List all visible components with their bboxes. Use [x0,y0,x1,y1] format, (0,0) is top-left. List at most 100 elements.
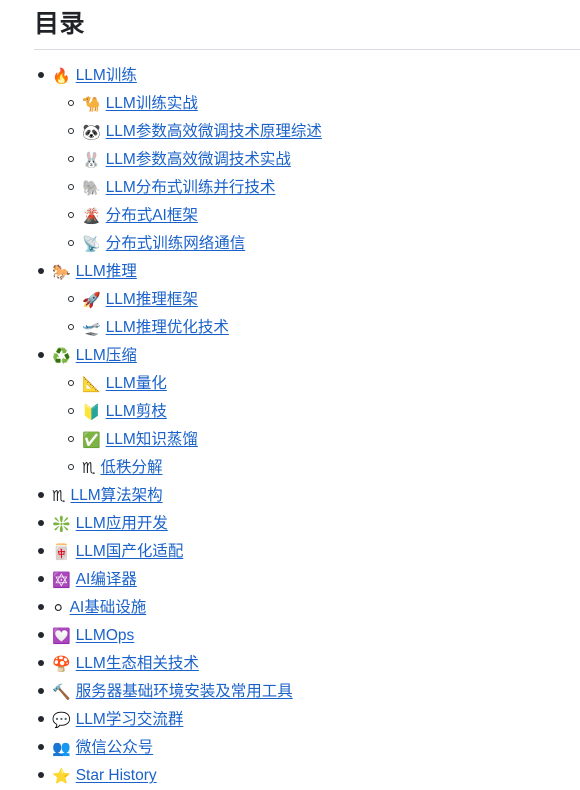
list-item: 🔨 服务器基础环境安装及常用工具 [52,678,566,706]
toc-entry: 📐 LLM量化 [82,370,167,398]
toc-link[interactable]: LLM算法架构 [70,487,162,504]
list-item: 🛫 LLM推理优化技术 [82,314,566,342]
list-item: 🐘 LLM分布式训练并行技术 [82,174,566,202]
bullet-disc-icon [34,706,48,734]
list-item: 💟 LLMOps [52,622,566,650]
elephant-icon: 🐘 [82,179,101,198]
toc-entry: 🔥 LLM训练 [52,62,137,90]
toc-entry: 🔨 服务器基础环境安装及常用工具 [52,678,293,706]
toc-link[interactable]: LLM生态相关技术 [76,655,199,672]
toc-link[interactable]: LLM参数高效微调技术原理综述 [106,123,322,140]
toc-link[interactable]: 分布式训练网络通信 [106,235,246,252]
bullet-circle-icon [64,370,78,398]
list-item: 🐎 LLM推理 🚀 LLM推理框架 🛫 LLM推理优化技术 [52,258,566,342]
bullet-circle-icon [64,118,78,146]
bullet-disc-icon [34,650,48,678]
toc-link[interactable]: AI基础设施 [70,599,147,616]
toc-entry: ♏ LLM算法架构 [52,482,163,510]
fire-icon: 🔥 [52,67,71,86]
toc-link[interactable]: LLM推理优化技术 [106,319,229,336]
list-item: 🐪 LLM训练实战 [82,90,566,118]
mahjong-red-dragon-icon: 🀄 [52,543,71,562]
page-title: 目录 [34,10,86,38]
bullet-disc-icon [34,566,48,594]
bullet-disc-icon [34,762,48,790]
toc-link[interactable]: LLM剪枝 [106,403,167,420]
toc-entry: 🌋 分布式AI框架 [82,202,198,230]
toc-entry: 🐎 LLM推理 [52,258,137,286]
toc-entry: ✅ LLM知识蒸馏 [82,426,198,454]
toc-link[interactable]: 低秩分解 [100,459,162,476]
list-item: ♏ 低秩分解 [82,454,566,482]
toc-entry: 🍄 LLM生态相关技术 [52,650,199,678]
list-item: 🐰 LLM参数高效微调技术实战 [82,146,566,174]
bullet-disc-icon [34,734,48,762]
mushroom-icon: 🍄 [52,655,71,674]
camel-icon: 🐪 [82,95,101,114]
heart-decoration-icon: 💟 [52,627,71,646]
toc-link[interactable]: LLM训练实战 [106,95,198,112]
readme-page: 目录 🔥 LLM训练 🐪 LLM训练实战 🐼 LLM参数高效微调技术原理综述 🐰 LLM参数高… [0,0,580,790]
toc-entry: ♻️ LLM压缩 [52,342,137,370]
toc-link[interactable]: 服务器基础环境安装及常用工具 [76,683,293,700]
toc-link[interactable]: 微信公众号 [76,739,154,756]
toc-link[interactable]: LLMOps [76,627,135,644]
list-item: ♻️ LLM压缩 📐 LLM量化 🔰 LLM剪枝 ✅ LLM知识蒸馏 ♏ 低秩分解 [52,342,566,482]
satellite-antenna-icon: 📡 [82,235,101,254]
list-item: 👥 微信公众号 [52,734,566,762]
list-item: ❇️ LLM应用开发 [52,510,566,538]
list-item: 🀄 LLM国产化适配 [52,538,566,566]
toc-link[interactable]: LLM推理框架 [106,291,198,308]
list-item: 🔥 LLM训练 🐪 LLM训练实战 🐼 LLM参数高效微调技术原理综述 🐰 LLM参数高效微调… [52,62,566,258]
check-mark-icon: ✅ [82,431,101,450]
toc-link[interactable]: LLM量化 [106,375,167,392]
toc-link[interactable]: LLM训练 [76,67,137,84]
bullet-disc-icon [34,258,48,286]
toc-entry: 🚀 LLM推理框架 [82,286,198,314]
toc-entry: 🐘 LLM分布式训练并行技术 [82,174,275,202]
list-item: 🔯 AI编译器 [52,566,566,594]
airplane-departure-icon: 🛫 [82,319,101,338]
toc-link[interactable]: LLM推理 [76,263,137,280]
scorpio-icon: ♏ [82,459,96,478]
bullet-disc-icon [34,62,48,90]
toc-sublist: 🐪 LLM训练实战 🐼 LLM参数高效微调技术原理综述 🐰 LLM参数高效微调技术实战 🐘 L… [52,90,566,258]
toc-link[interactable]: LLM应用开发 [76,515,168,532]
toc-link[interactable]: Star History [76,767,157,784]
toc-entry: 📡 分布式训练网络通信 [82,230,245,258]
toc-link[interactable]: LLM压缩 [76,347,137,364]
toc-entry: 🛫 LLM推理优化技术 [82,314,229,342]
bullet-disc-icon [34,342,48,370]
bullet-circle-icon [64,454,78,482]
list-item: ✅ LLM知识蒸馏 [82,426,566,454]
bullet-disc-icon [34,538,48,566]
hammer-icon: 🔨 [52,683,71,702]
bullet-circle-icon [64,90,78,118]
bullet-disc-icon [34,622,48,650]
table-of-contents-list: 🔥 LLM训练 🐪 LLM训练实战 🐼 LLM参数高效微调技术原理综述 🐰 LLM参数高效微调… [30,50,566,790]
list-item: 🍄 LLM生态相关技术 [52,650,566,678]
busts-in-silhouette-icon: 👥 [52,739,71,758]
toc-link[interactable]: AI编译器 [76,571,137,588]
toc-link[interactable]: LLM分布式训练并行技术 [106,179,276,196]
six-pointed-star-icon: 🔯 [52,571,71,590]
toc-link[interactable]: LLM参数高效微调技术实战 [106,151,291,168]
toc-link[interactable]: LLM知识蒸馏 [106,431,198,448]
toc-link[interactable]: 分布式AI框架 [106,207,198,224]
list-item: 🚀 LLM推理框架 [82,286,566,314]
bullet-circle-icon [64,314,78,342]
toc-link[interactable]: LLM学习交流群 [76,711,184,728]
toc-link[interactable]: LLM国产化适配 [76,543,184,560]
toc-entry: 🐰 LLM参数高效微调技术实战 [82,146,291,174]
scorpio-icon: ♏ [52,487,66,506]
bullet-disc-icon [34,482,48,510]
bullet-disc-icon [34,510,48,538]
bullet-circle-icon [64,174,78,202]
toc-sublist: 🚀 LLM推理框架 🛫 LLM推理优化技术 [52,286,566,342]
bullet-circle-icon [64,426,78,454]
toc-entry: 💬 LLM学习交流群 [52,706,183,734]
toc-entry: ♏ 低秩分解 [82,454,162,482]
rocket-icon: 🚀 [82,291,101,310]
list-item: 🔰 LLM剪枝 [82,398,566,426]
toc-entry: 🔰 LLM剪枝 [82,398,167,426]
